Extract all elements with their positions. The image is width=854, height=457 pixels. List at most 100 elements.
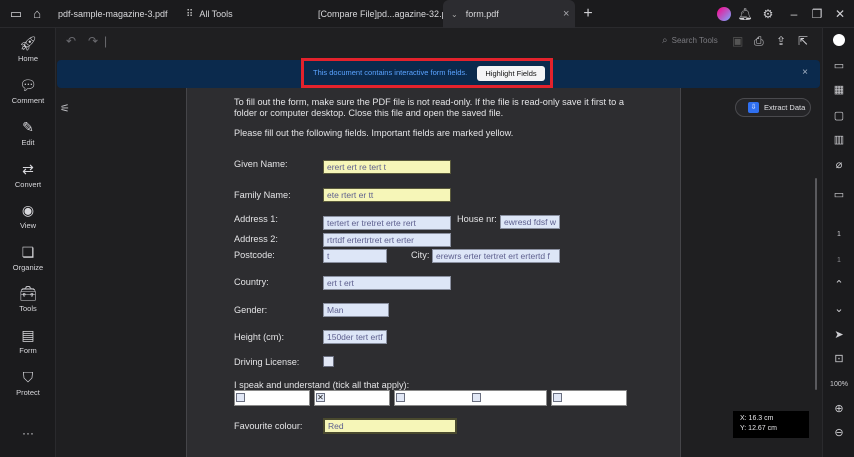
house-nr-label: House nr: bbox=[457, 214, 497, 224]
extract-icon: ⇩ bbox=[748, 102, 759, 113]
sidebar-item-convert[interactable]: ⇄ Convert bbox=[0, 160, 56, 189]
address2-label: Address 2: bbox=[234, 234, 278, 244]
chevron-down-icon: ⌄ bbox=[451, 10, 458, 19]
address1-field[interactable]: tertert er tretret erte rert bbox=[323, 216, 451, 230]
share-icon[interactable]: ⇱ bbox=[798, 34, 808, 48]
favourite-colour-field[interactable]: Red bbox=[323, 418, 457, 434]
driving-license-checkbox[interactable] bbox=[323, 356, 334, 367]
extract-data-button[interactable]: ⇩ Extract Data bbox=[735, 98, 811, 117]
gear-icon[interactable]: ⚙ bbox=[760, 6, 776, 22]
comments-panel-icon[interactable]: ▢ bbox=[823, 109, 854, 123]
form-icon: ▤ bbox=[21, 327, 35, 343]
city-label: City: bbox=[411, 250, 430, 260]
sidebar-item-tools[interactable]: 🧰︎ Tools bbox=[0, 284, 56, 313]
language-option-1[interactable] bbox=[234, 390, 310, 406]
restore-icon[interactable]: ❐ bbox=[809, 6, 825, 22]
undo-icon[interactable]: ↶ bbox=[66, 34, 76, 48]
city-field[interactable]: erewrs erter tertret ert ertertd f bbox=[432, 249, 560, 263]
language-checkbox-4[interactable] bbox=[472, 393, 481, 402]
title-bar: ▭ ⌂ pdf-sample-magazine-3.pdf ⠿ All Tools… bbox=[0, 0, 854, 28]
close-window-icon[interactable]: ✕ bbox=[832, 6, 848, 22]
sidebar-item-label: Organize bbox=[12, 263, 44, 272]
language-option-2[interactable]: ✕ bbox=[314, 390, 390, 406]
bookmark-icon[interactable]: ▥ bbox=[823, 133, 854, 147]
more-button[interactable]: ··· bbox=[0, 426, 56, 440]
gender-field[interactable]: Man bbox=[323, 303, 389, 317]
tab-label: form.pdf bbox=[465, 9, 499, 19]
save-icon[interactable]: ▣ bbox=[732, 34, 743, 48]
print-icon[interactable]: ⎙ bbox=[754, 34, 764, 49]
cursor-coordinates: X: 16.3 cm Y: 12.67 cm bbox=[733, 411, 809, 438]
comment-icon: 💬︎ bbox=[19, 77, 37, 93]
sidebar-item-comment[interactable]: 💬︎ Comment bbox=[0, 76, 56, 105]
minimize-icon[interactable]: – bbox=[786, 6, 802, 22]
tab-compare-file[interactable]: [Compare File]pd...agazine-32.pdf * bbox=[318, 0, 460, 28]
language-checkbox-3[interactable] bbox=[396, 393, 405, 402]
filter-settings-icon[interactable]: ⚟ bbox=[60, 102, 74, 115]
language-checkbox-1[interactable] bbox=[236, 393, 245, 402]
search-tools-label: Search Tools bbox=[671, 36, 718, 45]
highlight-annotation-box bbox=[301, 58, 553, 88]
attachment-icon[interactable]: ⌀ bbox=[823, 158, 854, 172]
avatar[interactable] bbox=[716, 6, 732, 22]
redo-icon[interactable]: ↷ bbox=[88, 34, 98, 48]
zoom-level[interactable]: 100% bbox=[823, 378, 854, 392]
chevron-down-icon[interactable]: ⌄ bbox=[823, 302, 854, 316]
banner-close-icon[interactable]: × bbox=[802, 67, 808, 78]
sidebar-item-form[interactable]: ▤ Form bbox=[0, 326, 56, 355]
language-checkbox-2-checked[interactable]: ✕ bbox=[316, 393, 325, 402]
sidebar-item-label: Home bbox=[17, 54, 38, 63]
vertical-scrollbar[interactable] bbox=[815, 178, 817, 390]
given-name-field[interactable]: erert ert re tert t bbox=[323, 160, 451, 174]
tab-form-pdf[interactable]: ⌄ form.pdf × bbox=[443, 0, 575, 28]
tab-all-tools[interactable]: ⠿ All Tools bbox=[186, 0, 286, 28]
country-field[interactable]: ert t ert bbox=[323, 276, 451, 290]
languages-label: I speak and understand (tick all that ap… bbox=[234, 380, 410, 390]
search-tools[interactable]: ⌕ Search Tools bbox=[662, 34, 718, 48]
extract-data-label: Extract Data bbox=[764, 103, 806, 112]
height-field[interactable]: 150der tert ertf bbox=[323, 330, 387, 344]
address1-label: Address 1: bbox=[234, 214, 278, 224]
rocket-icon: 🚀︎ bbox=[19, 35, 37, 51]
postcode-field[interactable]: t bbox=[323, 249, 387, 263]
language-checkbox-5[interactable] bbox=[553, 393, 562, 402]
chevron-up-icon[interactable]: ⌃ bbox=[823, 278, 854, 292]
given-name-label: Given Name: bbox=[234, 159, 288, 169]
language-option-5[interactable] bbox=[551, 390, 627, 406]
gender-label: Gender: bbox=[234, 305, 268, 315]
ai-assistant-icon[interactable] bbox=[823, 34, 854, 50]
page-number-current[interactable]: 1 bbox=[823, 228, 854, 242]
sidebar-item-view[interactable]: ◉ View bbox=[0, 201, 56, 230]
address2-field[interactable]: rtrtdf ertertrtret ert erter bbox=[323, 233, 451, 247]
select-cursor-icon[interactable]: ➤ bbox=[823, 328, 854, 342]
country-label: Country: bbox=[234, 277, 269, 287]
sidebar-item-label: View bbox=[19, 221, 37, 230]
new-tab-icon[interactable]: + bbox=[580, 6, 596, 22]
tab-pdf-sample-magazine[interactable]: pdf-sample-magazine-3.pdf bbox=[58, 0, 178, 28]
left-sidebar: 🚀︎ Home 💬︎ Comment ✎ Edit ⇄ Convert ◉ Vi… bbox=[0, 28, 56, 457]
properties-icon[interactable]: ▭ bbox=[823, 59, 854, 73]
sidebar-item-label: Convert bbox=[14, 180, 42, 189]
tab-label: pdf-sample-magazine-3.pdf bbox=[58, 9, 168, 19]
zoom-out-icon[interactable]: ⊖ bbox=[823, 426, 854, 440]
pdf-page: To fill out the form, make sure the PDF … bbox=[186, 88, 681, 457]
zoom-in-icon[interactable]: ⊕ bbox=[823, 402, 854, 416]
folder-icon[interactable]: ▭ bbox=[8, 6, 24, 22]
thumbnails-icon[interactable]: ▦ bbox=[823, 83, 854, 97]
language-option-3[interactable] bbox=[394, 390, 547, 406]
sidebar-item-organize[interactable]: ❏ Organize bbox=[0, 243, 56, 272]
tab-label: All Tools bbox=[199, 9, 233, 19]
house-nr-field[interactable]: ewresd fdsf w bbox=[500, 215, 560, 229]
sidebar-item-protect[interactable]: ⛉ Protect bbox=[0, 368, 56, 397]
fit-page-icon[interactable]: ⊡ bbox=[823, 352, 854, 366]
sidebar-item-edit[interactable]: ✎ Edit bbox=[0, 118, 56, 147]
home-icon[interactable]: ⌂ bbox=[29, 6, 45, 22]
coord-y: Y: 12.67 cm bbox=[740, 425, 777, 432]
upload-icon[interactable]: ⇪ bbox=[776, 34, 786, 48]
close-icon[interactable]: × bbox=[563, 0, 569, 28]
favourite-colour-label: Favourite colour: bbox=[234, 421, 303, 431]
family-name-field[interactable]: ete rtert er tt bbox=[323, 188, 451, 202]
bell-icon[interactable]: 🔔︎ bbox=[737, 6, 753, 22]
sidebar-item-home[interactable]: 🚀︎ Home bbox=[0, 34, 56, 63]
pages-icon[interactable]: ▭ bbox=[823, 188, 854, 202]
